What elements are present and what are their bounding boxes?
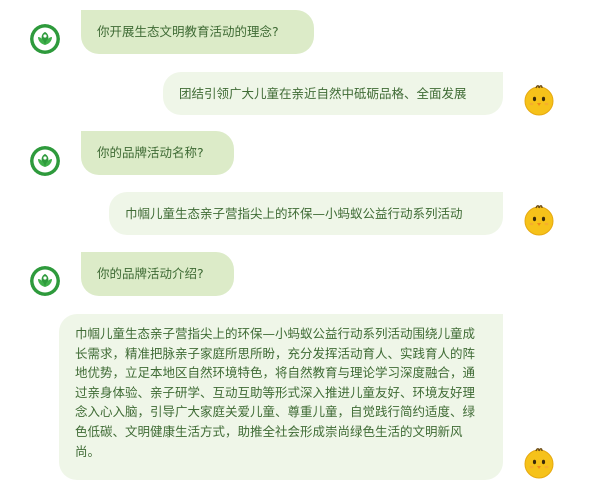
answer-bubble-2: 巾帼儿童生态亲子营指尖上的环保—小蚂蚁公益行动系列活动 [109,192,503,235]
answer-bubble-3: 巾帼儿童生态亲子营指尖上的环保—小蚂蚁公益行动系列活动围绕儿童成长需求，精准把脉… [59,314,503,480]
question-bubble-1: 你开展生态文明教育活动的理念? [81,10,314,54]
org-logo-icon [30,146,60,176]
question-bubble-3: 你的品牌活动介绍? [81,252,234,296]
question-bubble-2: 你的品牌活动名称? [81,131,234,175]
org-logo-icon [30,266,60,296]
org-logo-icon [30,24,60,54]
chick-avatar-icon [523,204,555,236]
chick-avatar-icon [523,84,555,116]
chick-avatar-icon [523,447,555,479]
answer-bubble-1: 团结引领广大儿童在亲近自然中砥砺品格、全面发展 [163,72,503,115]
